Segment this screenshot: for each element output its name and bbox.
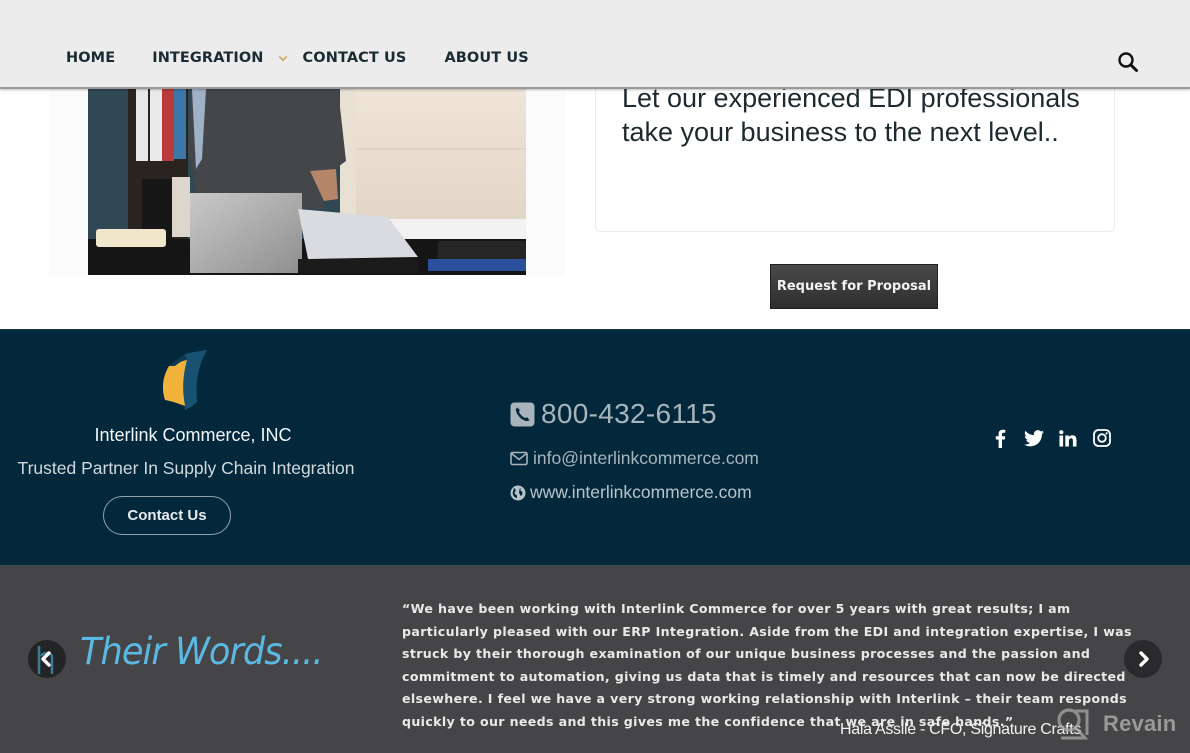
nav-integration[interactable]: INTEGRATION [152, 50, 287, 66]
phone-contact[interactable]: 800-432-6115 [510, 398, 717, 430]
social-links [990, 428, 1112, 448]
envelope-icon [510, 451, 528, 466]
contact-us-button[interactable]: Contact Us [103, 496, 231, 535]
testimonial-quote: “We have been working with Interlink Com… [402, 601, 1132, 729]
revain-watermark: Revain [1055, 707, 1176, 741]
nav-about-us[interactable]: ABOUT US [444, 50, 528, 66]
company-tagline: Trusted Partner In Supply Chain Integrat… [17, 458, 355, 478]
carousel-prev-button[interactable] [28, 640, 66, 678]
nav-home[interactable]: HOME [66, 50, 115, 66]
nav-integration-label: INTEGRATION [152, 50, 264, 66]
facebook-link[interactable] [990, 428, 1010, 448]
company-logo[interactable] [155, 350, 211, 412]
search-button[interactable] [1117, 51, 1139, 73]
testimonial-author: Hala Assile - CFO, Signature Crafts [840, 721, 1082, 738]
hero-headline: Let our experienced EDI professionals ta… [622, 83, 1080, 147]
carousel-next-button[interactable] [1124, 640, 1162, 678]
email-contact[interactable]: info@interlinkcommerce.com [510, 448, 759, 469]
website-url[interactable]: www.interlinkcommerce.com [530, 482, 752, 503]
email-address[interactable]: info@interlinkcommerce.com [533, 448, 759, 469]
office-photo-illustration [88, 89, 526, 275]
phone-number[interactable]: 800-432-6115 [541, 398, 717, 430]
phone-icon [510, 402, 535, 426]
chevron-down-icon[interactable] [278, 52, 287, 62]
search-icon [1118, 52, 1138, 72]
website-contact[interactable]: www.interlinkcommerce.com [510, 482, 752, 503]
hero-image [88, 89, 526, 275]
globe-icon [510, 485, 526, 500]
revain-logo-icon [1057, 708, 1089, 740]
testimonial-heading: Their Words.... [80, 630, 323, 673]
linkedin-link[interactable] [1058, 428, 1078, 448]
main-nav: HOME INTEGRATION CONTACT US ABOUT US [66, 50, 529, 66]
revain-label: Revain [1103, 711, 1177, 736]
twitter-link[interactable] [1024, 428, 1044, 448]
chevron-right-icon [1139, 651, 1149, 667]
company-name: Interlink Commerce, INC [94, 425, 292, 445]
top-navbar: HOME INTEGRATION CONTACT US ABOUT US [0, 0, 1190, 89]
instagram-link[interactable] [1092, 428, 1112, 448]
chevron-left-icon [37, 646, 54, 674]
linkedin-icon [1059, 429, 1077, 446]
twitter-icon [1024, 429, 1044, 446]
request-for-proposal-button[interactable]: Request for Proposal [770, 264, 938, 309]
nav-contact-us[interactable]: CONTACT US [303, 50, 407, 66]
instagram-icon [1093, 429, 1111, 447]
facebook-icon [995, 429, 1006, 448]
